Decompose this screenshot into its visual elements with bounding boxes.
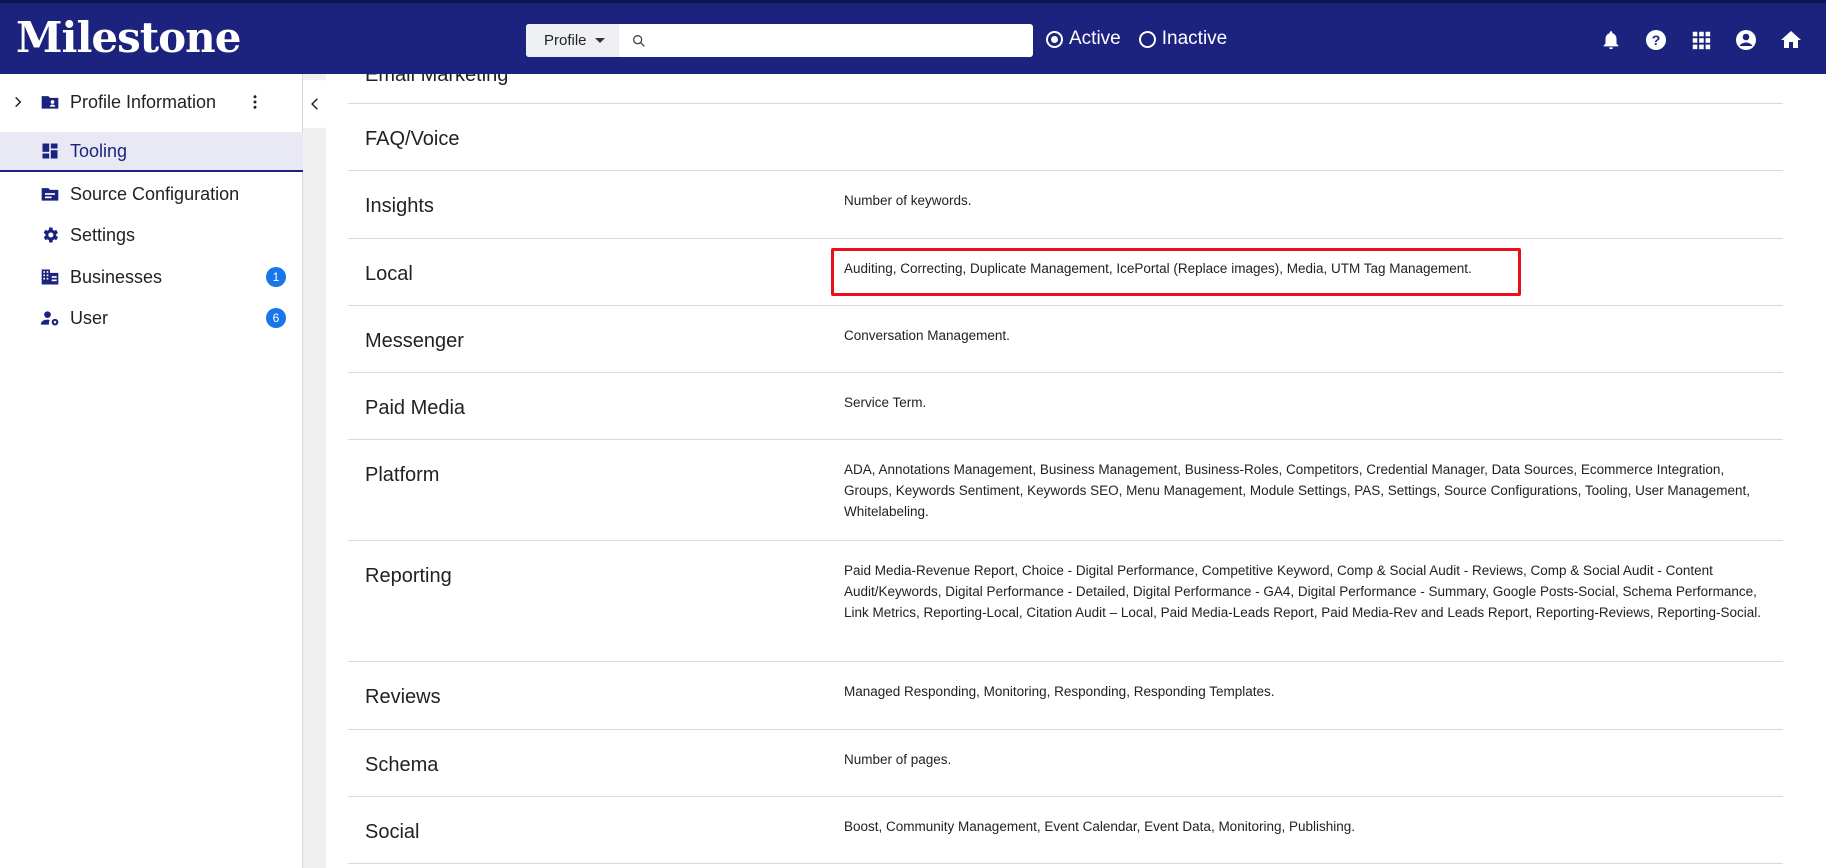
sidebar: Profile Information Tooling Source Confi… [0, 74, 303, 868]
radio-active[interactable]: Active [1046, 28, 1121, 50]
sidebar-item-label: Settings [70, 224, 136, 245]
tooling-category: FAQ/Voice [365, 128, 460, 150]
tooling-category: Paid Media [365, 397, 466, 419]
tooling-description: Paid Media-Revenue Report, Choice - Digi… [844, 563, 1761, 620]
home-icon[interactable] [1778, 27, 1804, 53]
tooling-row: Email Marketing [348, 74, 1783, 104]
radio-checked-icon [1046, 30, 1063, 48]
tooling-row: Insights Number of keywords. [348, 171, 1783, 239]
user-settings-icon [40, 311, 59, 326]
tooling-row: Paid Media Service Term. [348, 373, 1783, 440]
search-input[interactable] [647, 25, 1033, 56]
folder-user-icon [41, 96, 59, 109]
sidebar-item-profile-information[interactable]: Profile Information [0, 82, 303, 122]
tooling-row: Social Boost, Community Management, Even… [348, 797, 1783, 864]
tooling-row: Reporting Paid Media-Revenue Report, Cho… [348, 541, 1783, 662]
radio-active-label: Active [1069, 28, 1121, 49]
tooling-row: FAQ/Voice [348, 104, 1783, 171]
tooling-category: Schema [365, 754, 439, 776]
collapse-sidebar-button[interactable] [303, 80, 327, 128]
chevron-left-icon [311, 98, 318, 110]
sidebar-item-label: Tooling [70, 140, 128, 161]
tooling-row: Schema Number of pages. [348, 730, 1783, 797]
sidebar-item-settings[interactable]: Settings [0, 215, 303, 255]
building-icon [41, 269, 59, 285]
search-scope-label: Profile [544, 32, 587, 49]
tooling-category: Local [365, 263, 413, 285]
tooling-description: Managed Responding, Monitoring, Respondi… [844, 684, 1275, 699]
sidebar-item-label: Source Configuration [70, 183, 240, 204]
user-count-badge: 6 [266, 308, 286, 328]
radio-inactive-label: Inactive [1161, 28, 1228, 49]
tooling-content: Email Marketing FAQ/Voice Insights Numbe… [326, 74, 1826, 868]
tooling-category: Social [365, 821, 420, 843]
sidebar-item-label: Businesses [70, 266, 163, 287]
caret-down-icon [594, 38, 605, 43]
source-icon [41, 188, 59, 201]
status-filter: Active Inactive [1046, 28, 1245, 50]
tooling-category: Messenger [365, 330, 464, 352]
tooling-description: ADA, Annotations Management, Business Ma… [844, 462, 1750, 519]
bell-icon[interactable] [1598, 27, 1624, 53]
tooling-description: Service Term. [844, 395, 927, 410]
tooling-description: Number of keywords. [844, 193, 972, 208]
account-icon[interactable] [1733, 27, 1759, 53]
radio-inactive[interactable]: Inactive [1138, 28, 1228, 50]
tooling-description: Conversation Management. [844, 328, 1010, 343]
tooling-description: Number of pages. [844, 752, 952, 767]
highlight-box [831, 248, 1521, 296]
tooling-category: Insights [365, 195, 434, 217]
top-bar: Milestone Profile Active Inactive ? [0, 0, 1826, 74]
sidebar-item-businesses[interactable]: Businesses 1 [0, 257, 303, 297]
sidebar-item-label: User [70, 307, 109, 328]
sidebar-item-tooling[interactable]: Tooling [0, 132, 303, 172]
svg-text:?: ? [1652, 32, 1661, 48]
help-icon[interactable]: ? [1643, 27, 1669, 53]
tooling-row: Messenger Conversation Management. [348, 306, 1783, 373]
tooling-category: Reviews [365, 686, 441, 708]
sidebar-item-label: Profile Information [70, 91, 217, 112]
gear-icon [43, 227, 58, 243]
dashboard-icon [42, 143, 58, 159]
apps-grid-icon[interactable] [1688, 27, 1714, 53]
search-icon [633, 34, 645, 47]
header-icons: ? [1579, 27, 1804, 53]
chevron-right-icon[interactable] [11, 95, 25, 109]
radio-unchecked-icon [1138, 30, 1156, 48]
more-vertical-icon[interactable] [246, 93, 264, 111]
sidebar-item-user[interactable]: User 6 [0, 298, 303, 338]
tooling-category: Platform [365, 464, 440, 486]
tooling-category: Email Marketing [365, 74, 509, 86]
tooling-description: Boost, Community Management, Event Calen… [844, 819, 1356, 834]
tooling-category: Reporting [365, 565, 452, 587]
tooling-row: Reviews Managed Responding, Monitoring, … [348, 662, 1783, 730]
search-scope-select[interactable]: Profile [526, 24, 619, 57]
sidebar-item-source-configuration[interactable]: Source Configuration [0, 174, 303, 214]
businesses-count-badge: 1 [266, 267, 286, 287]
tooling-row: Platform ADA, Annotations Management, Bu… [348, 440, 1783, 541]
search-bar: Profile [526, 24, 1033, 57]
milestone-logo[interactable]: Milestone [16, 13, 241, 63]
